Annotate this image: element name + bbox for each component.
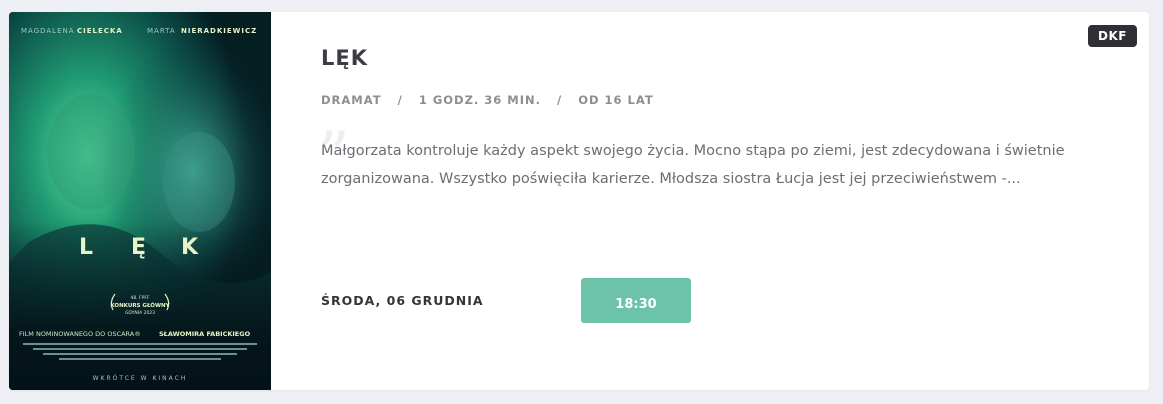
poster-art: MAGDALENA CIELECKA MARTA NIERADKIEWICZ L…: [9, 12, 271, 390]
poster-actor1-first: MAGDALENA: [21, 27, 75, 35]
film-title[interactable]: LĘK: [321, 46, 368, 70]
screening-date: ŚRODA, 06 GRUDNIA: [321, 293, 484, 308]
dkf-badge: DKF: [1088, 25, 1137, 47]
meta-separator: /: [397, 93, 403, 107]
meta-separator: /: [557, 93, 563, 107]
film-age-rating: OD 16 LAT: [578, 93, 654, 107]
poster-title-k: K: [181, 235, 199, 260]
poster-actor1-last: CIELECKA: [77, 27, 123, 35]
showtime-button[interactable]: 18:30: [581, 278, 691, 323]
poster-tagline-right: SŁAWOMIRA FABICKIEGO: [159, 330, 251, 338]
poster-award-top: 48. FPFF: [130, 295, 149, 301]
film-meta: DRAMAT / 1 GODZ. 36 MIN. / OD 16 LAT: [321, 93, 654, 107]
poster-tagline-left: FILM NOMINOWANEGO DO OSCARA®: [19, 330, 141, 338]
poster-title-l: L: [79, 235, 93, 260]
poster-actor2-first: MARTA: [147, 27, 176, 35]
film-duration: 1 GODZ. 36 MIN.: [418, 93, 542, 107]
poster-award-main: KONKURS GŁÓWNY: [110, 302, 170, 309]
film-genre: DRAMAT: [321, 93, 382, 107]
screening-card: MAGDALENA CIELECKA MARTA NIERADKIEWICZ L…: [9, 12, 1149, 390]
film-description: Małgorzata kontroluje każdy aspekt swoje…: [321, 143, 1065, 187]
poster-footer: WKRÓTCE W KINACH: [93, 375, 188, 382]
film-poster[interactable]: MAGDALENA CIELECKA MARTA NIERADKIEWICZ L…: [9, 12, 271, 390]
poster-actor2-last: NIERADKIEWICZ: [181, 27, 257, 35]
poster-title-e: Ę: [131, 235, 146, 260]
poster-award-bottom: GDYNIA 2023: [125, 310, 155, 316]
